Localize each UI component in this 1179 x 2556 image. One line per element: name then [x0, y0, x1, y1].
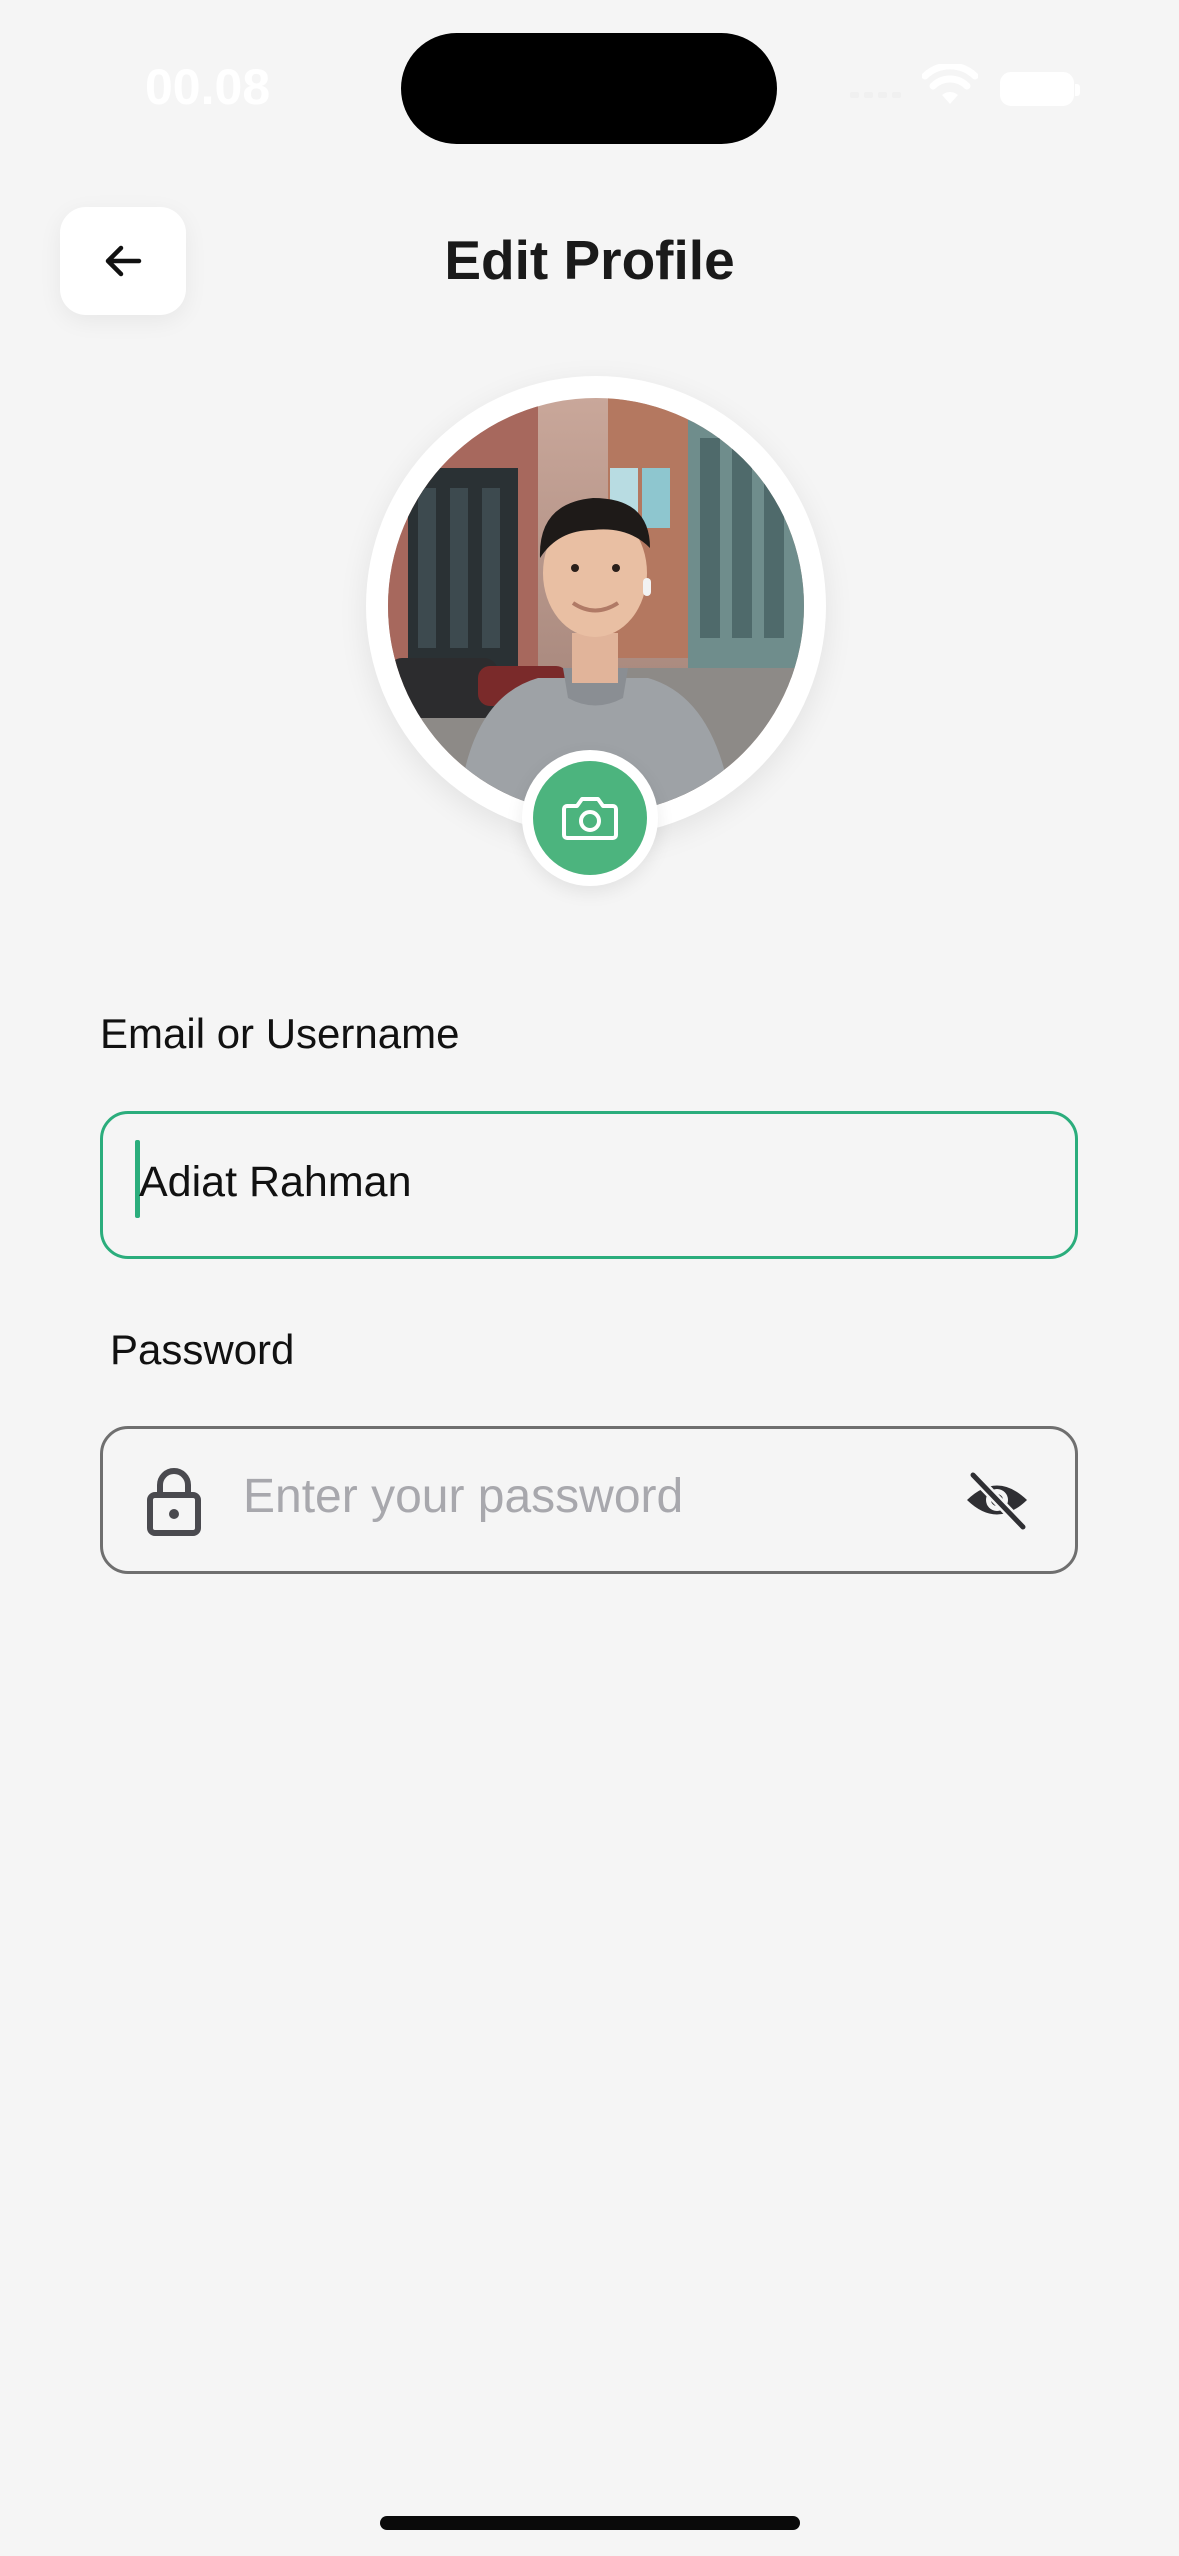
lock-icon: [147, 1468, 201, 1536]
cellular-signal-icon: [850, 92, 901, 98]
status-time: 00.08: [145, 59, 271, 115]
battery-icon: [1000, 72, 1080, 106]
page-title: Edit Profile: [444, 229, 735, 291]
eye-off-icon[interactable]: [963, 1469, 1031, 1531]
email-label: Email or Username: [100, 1010, 460, 1057]
change-photo-button[interactable]: [522, 750, 658, 886]
password-placeholder: Enter your password: [243, 1470, 684, 1523]
camera-icon: [562, 797, 618, 840]
email-field[interactable]: Adiat Rahman: [100, 1111, 1078, 1259]
dynamic-island: [401, 33, 777, 144]
home-indicator[interactable]: [380, 2516, 800, 2530]
wifi-icon: [921, 62, 979, 111]
password-label: Password: [110, 1326, 295, 1373]
camera-button-circle: [533, 761, 647, 875]
password-field[interactable]: Enter your password: [100, 1426, 1078, 1574]
email-value: Adiat Rahman: [139, 1158, 412, 1206]
